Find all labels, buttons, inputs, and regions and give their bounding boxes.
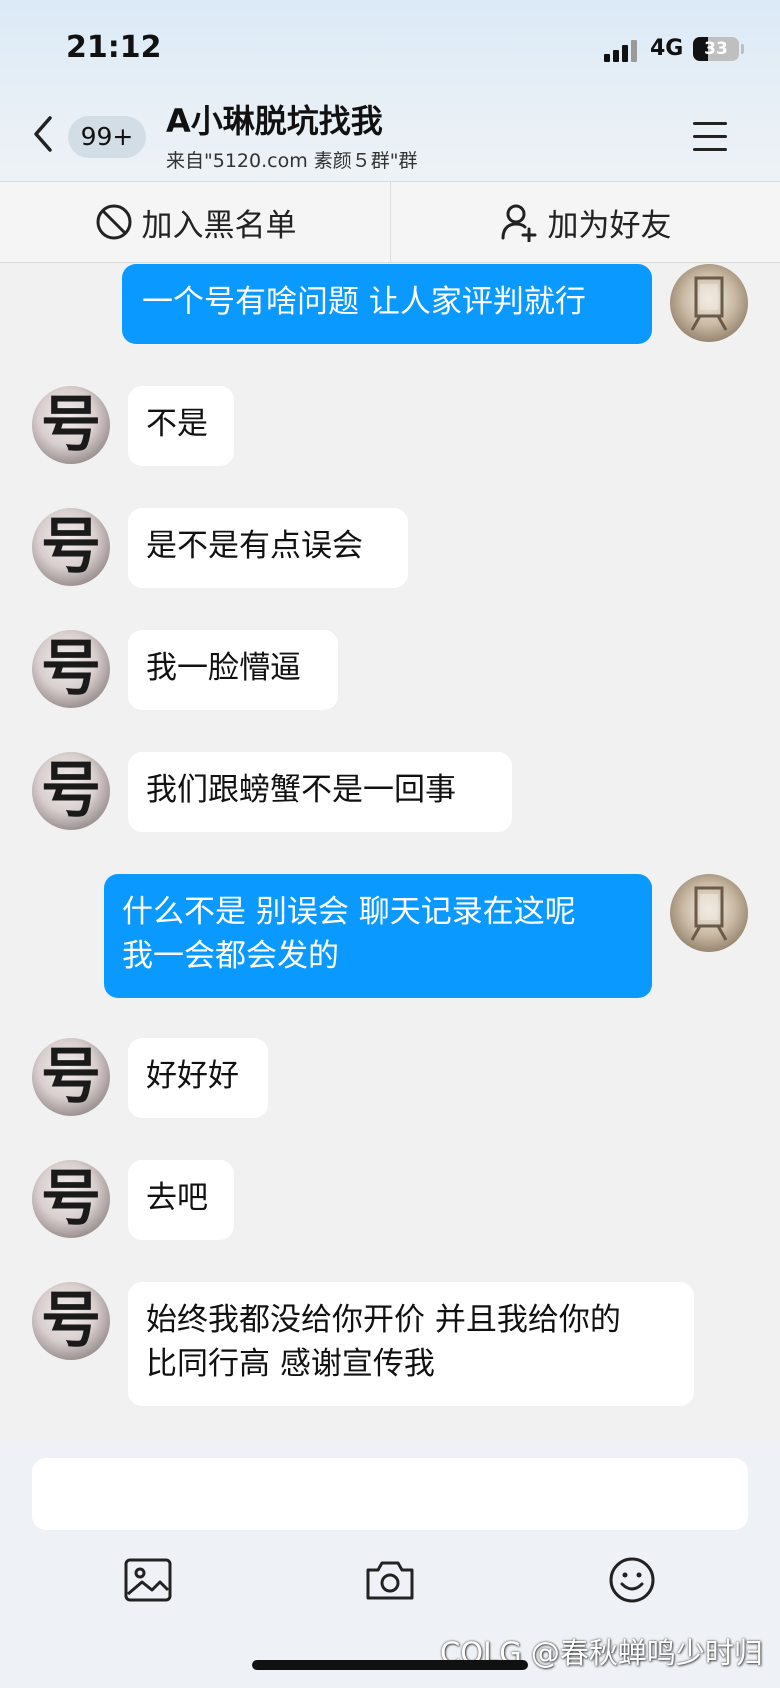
battery-icon: 33 — [693, 37, 739, 61]
contact-avatar[interactable]: 号 — [32, 1038, 110, 1116]
battery-percent: 33 — [704, 39, 728, 59]
add-user-icon — [501, 204, 536, 242]
message-line: 我一会都会发的 — [122, 938, 339, 974]
blacklist-label: 加入黑名单 — [141, 207, 297, 244]
message-line: 我们跟螃蟹不是一回事 — [146, 772, 456, 808]
add-friend-button[interactable]: 加为好友 — [391, 182, 780, 262]
contact-avatar-glyph: 号 — [41, 1042, 101, 1112]
contact-avatar[interactable]: 号 — [32, 1160, 110, 1238]
contact-avatar-glyph: 号 — [41, 634, 101, 704]
message-bubble-incoming[interactable]: 我们跟螃蟹不是一回事 — [128, 752, 512, 832]
message-line: 什么不是 别误会 聊天记录在这呢 — [122, 894, 576, 930]
chat-subtitle: 来自"5120.com 素颜５群"群 — [166, 150, 418, 172]
home-indicator — [252, 1660, 528, 1670]
unread-badge[interactable]: 99+ — [68, 116, 146, 158]
add-friend-label: 加为好友 — [547, 207, 672, 244]
chat-header: 99+ A小琳脱坑找我 来自"5120.com 素颜５群"群 — [0, 90, 780, 181]
self-avatar-image — [690, 276, 728, 331]
top-area: 21:12 4G 33 99+ A小琳脱坑找我 来自"5120.com 素颜５群… — [0, 0, 780, 181]
message-bubble-incoming[interactable]: 始终我都没给你开价 并且我给你的 比同行高 感谢宣传我 — [128, 1282, 694, 1406]
contact-avatar[interactable]: 号 — [32, 752, 110, 830]
back-icon[interactable] — [28, 112, 58, 156]
composer: COLG @春秋蝉鸣少时归 — [0, 1442, 780, 1688]
emoji-icon[interactable] — [604, 1552, 660, 1608]
contact-avatar-glyph: 号 — [41, 1164, 101, 1234]
status-time: 21:12 — [66, 30, 162, 65]
network-type: 4G — [650, 36, 684, 61]
block-icon — [96, 204, 131, 240]
message-line: 一个号有啥问题 让人家评判就行 — [142, 284, 586, 320]
message-bubble-incoming[interactable]: 是不是有点误会 — [128, 508, 408, 588]
message-line: 比同行高 感谢宣传我 — [146, 1346, 435, 1382]
message-bubble-incoming[interactable]: 好好好 — [128, 1038, 268, 1118]
contact-avatar-glyph: 号 — [41, 1286, 101, 1356]
contact-avatar[interactable]: 号 — [32, 630, 110, 708]
camera-icon[interactable] — [362, 1552, 418, 1608]
image-icon[interactable] — [120, 1552, 176, 1608]
message-bubble-outgoing[interactable]: 一个号有啥问题 让人家评判就行 — [122, 264, 652, 344]
message-input[interactable] — [32, 1458, 748, 1530]
contact-avatar[interactable]: 号 — [32, 1282, 110, 1360]
self-avatar[interactable] — [670, 874, 748, 952]
message-bubble-incoming[interactable]: 不是 — [128, 386, 234, 466]
battery-tip — [741, 44, 744, 54]
contact-avatar-glyph: 号 — [41, 390, 101, 460]
self-avatar[interactable] — [670, 264, 748, 342]
message-line: 我一脸懵逼 — [146, 650, 301, 686]
contact-avatar-glyph: 号 — [41, 512, 101, 582]
chat-title: A小琳脱坑找我 — [166, 102, 383, 140]
self-avatar-image — [690, 886, 728, 941]
message-line: 不是 — [146, 406, 208, 442]
blacklist-button[interactable]: 加入黑名单 — [0, 182, 391, 262]
message-line: 始终我都没给你开价 并且我给你的 — [146, 1302, 621, 1338]
contact-avatar-glyph: 号 — [41, 756, 101, 826]
message-bubble-incoming[interactable]: 我一脸懵逼 — [128, 630, 338, 710]
message-line: 好好好 — [146, 1058, 239, 1094]
message-bubble-outgoing[interactable]: 什么不是 别误会 聊天记录在这呢 我一会都会发的 — [104, 874, 652, 998]
menu-icon[interactable] — [693, 122, 727, 152]
message-line: 去吧 — [146, 1180, 208, 1216]
message-line: 是不是有点误会 — [146, 528, 363, 564]
action-bar: 加入黑名单 加为好友 — [0, 181, 780, 263]
status-bar: 21:12 4G 33 — [0, 0, 780, 90]
message-bubble-incoming[interactable]: 去吧 — [128, 1160, 234, 1240]
chat-area: 一个号有啥问题 让人家评判就行 号 不是 号 是不是有点误会 号 我一脸懵逼 号… — [0, 262, 780, 1442]
contact-avatar[interactable]: 号 — [32, 386, 110, 464]
contact-avatar[interactable]: 号 — [32, 508, 110, 586]
signal-icon — [604, 40, 640, 62]
